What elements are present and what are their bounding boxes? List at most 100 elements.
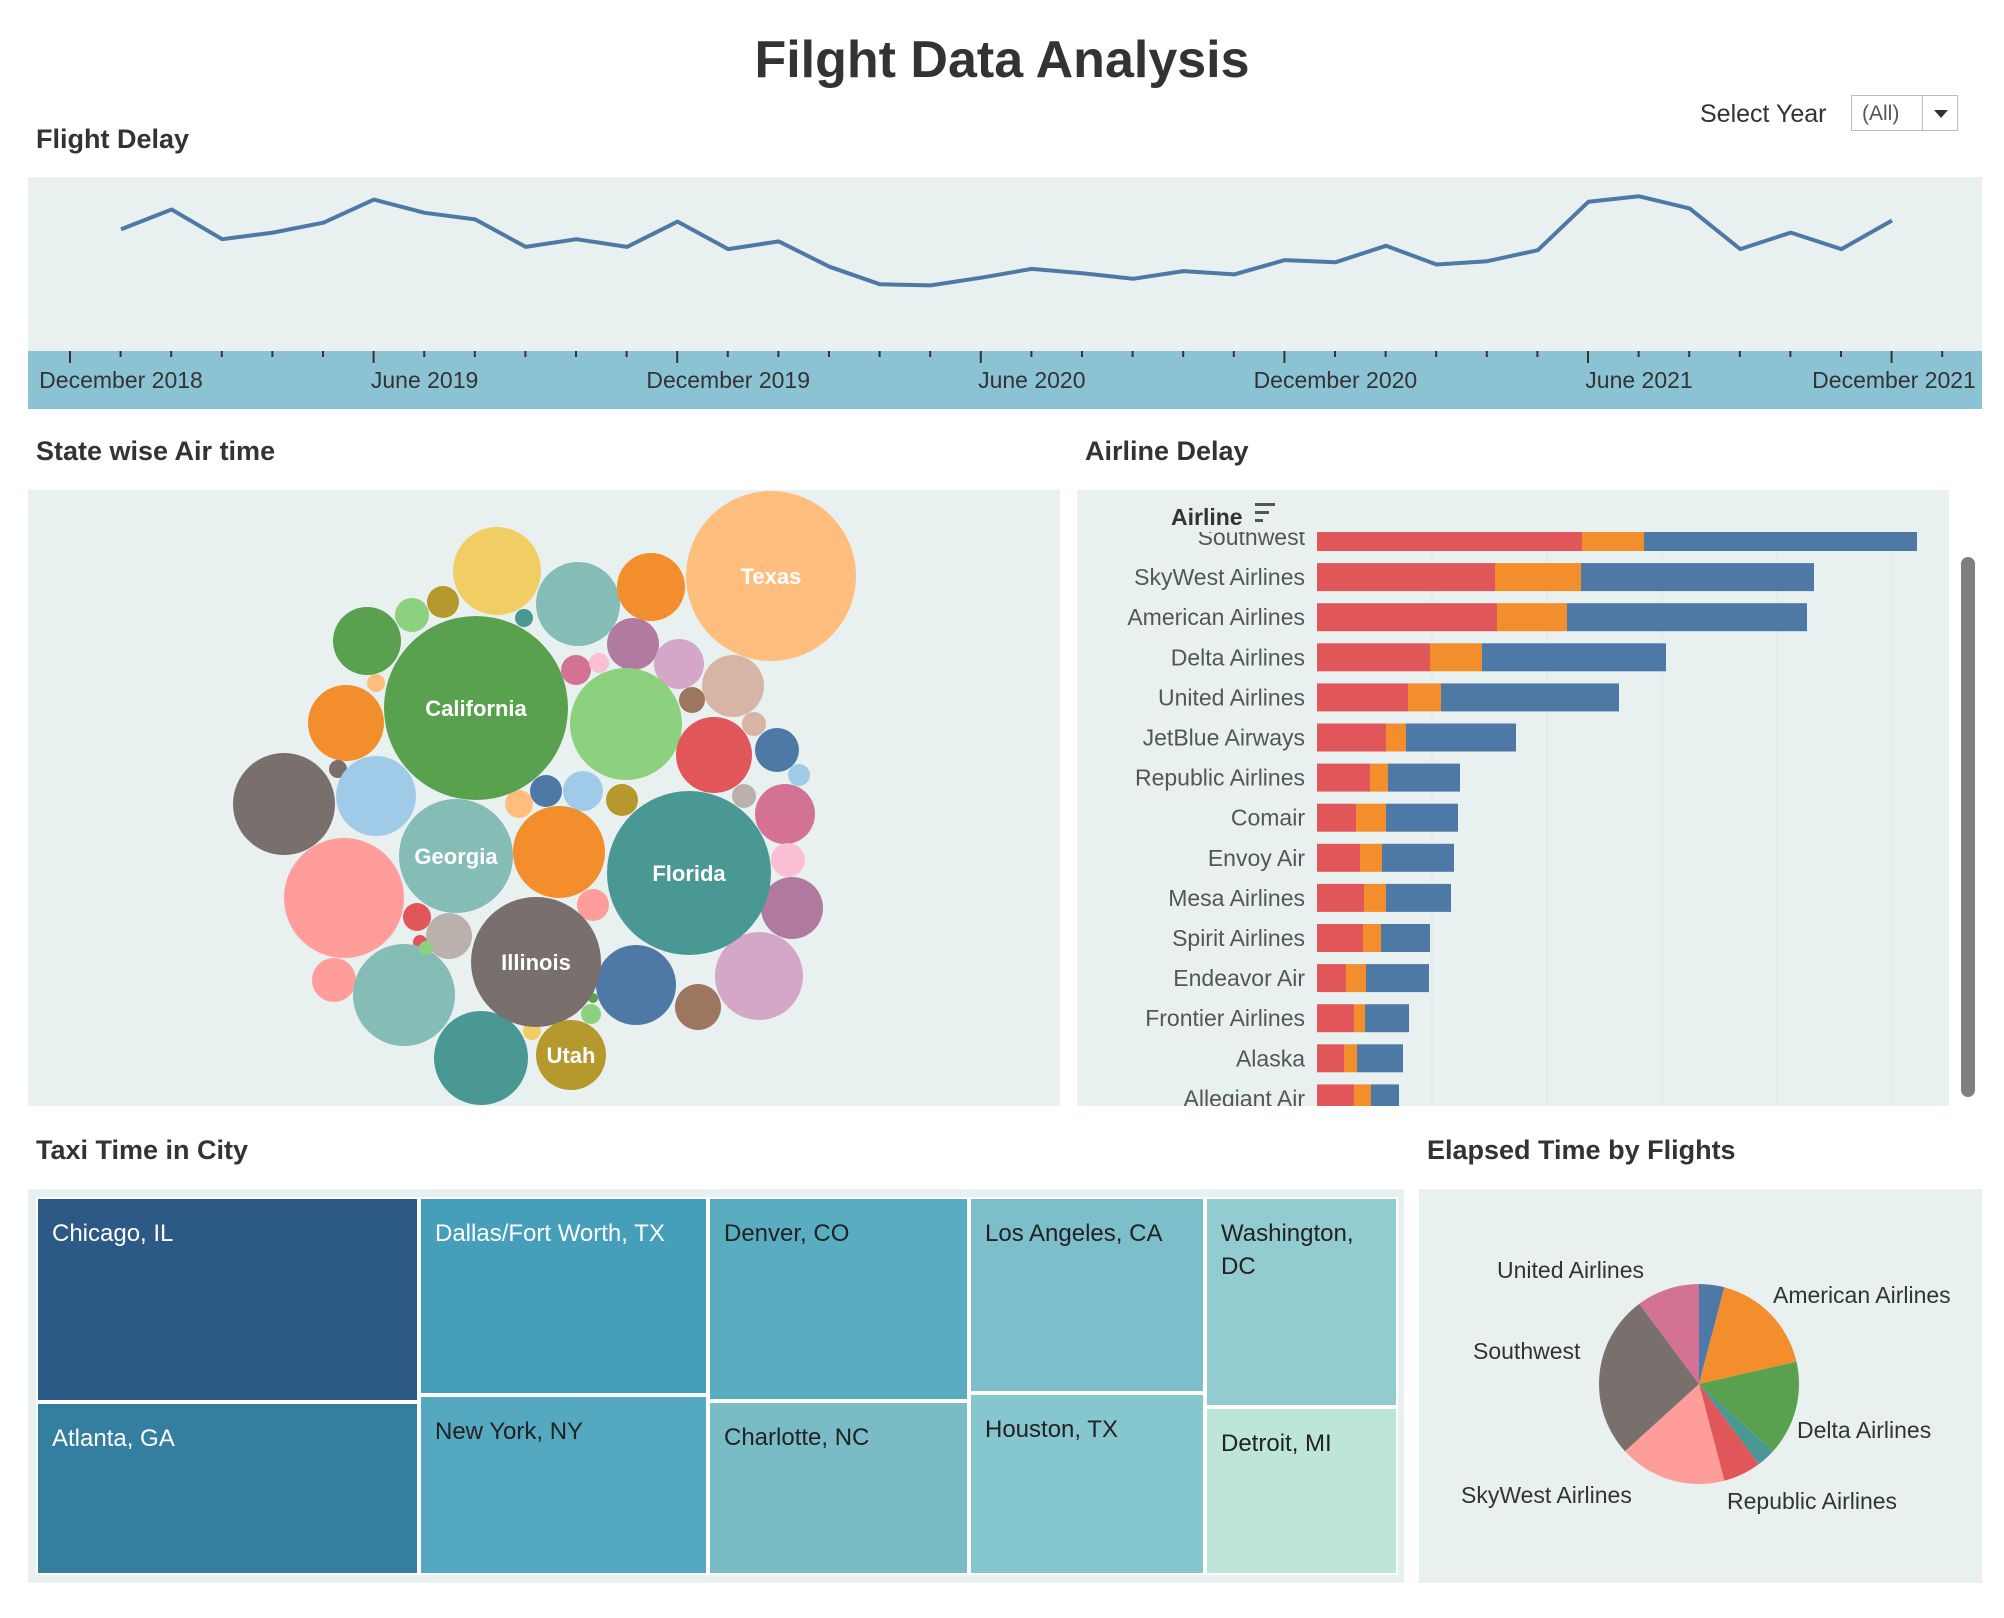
airline-bar-segment[interactable] [1354,1004,1365,1033]
state-bubble[interactable] [617,553,685,621]
state-bubble[interactable] [570,668,682,780]
state-bubble[interactable] [427,586,459,618]
airline-bar-segment[interactable] [1317,603,1497,632]
airline-bar-segment[interactable] [1364,883,1386,912]
airline-bar-segment[interactable] [1381,924,1430,952]
airline-scroll-track[interactable] [1949,530,1982,1106]
airline-bar-segment[interactable] [1363,924,1381,952]
state-bubble[interactable] [732,784,756,808]
airline-scrollbar-thumb[interactable] [1961,557,1975,1097]
treemap-cell-chicago[interactable]: Chicago, IL [36,1197,419,1402]
airline-bar-segment[interactable] [1365,1004,1409,1033]
state-bubble[interactable] [589,653,609,673]
state-bubble[interactable] [742,712,766,736]
state-bubble[interactable] [788,764,810,786]
airline-bar-segment[interactable] [1430,643,1482,672]
state-bubble[interactable] [403,903,431,931]
state-bubble[interactable] [596,945,676,1025]
airline-bar-segment[interactable] [1360,843,1382,872]
airline-bar-segment[interactable] [1344,1044,1357,1073]
state-bubble[interactable] [607,618,659,670]
state-bubble[interactable] [530,775,562,807]
chevron-down-icon[interactable] [1922,96,1957,130]
airline-bar-segment[interactable] [1386,723,1406,752]
state-bubble[interactable] [419,941,433,955]
airline-bar-segment[interactable] [1406,723,1516,752]
state-bubble[interactable] [434,1011,528,1105]
state-bubble[interactable] [675,984,721,1030]
treemap-cell-atlanta[interactable]: Atlanta, GA [36,1402,419,1575]
taxi-time-panel[interactable]: Chicago, IL Atlanta, GA Dallas/Fort Wort… [28,1189,1404,1583]
airline-bar-segment[interactable] [1495,563,1581,592]
treemap-cell-denver[interactable]: Denver, CO [708,1197,969,1401]
airline-bar-segment[interactable] [1346,964,1366,993]
airline-bar-segment[interactable] [1386,803,1458,832]
airline-bar-segment[interactable] [1354,1084,1371,1106]
year-filter-dropdown[interactable]: (All) [1851,95,1958,131]
airline-bar-segment[interactable] [1408,683,1441,712]
airline-bar-segment[interactable] [1371,1084,1399,1106]
state-bubble[interactable] [561,655,591,685]
state-bubble[interactable] [367,674,385,692]
state-bubble[interactable] [308,685,384,761]
airline-bar-segment[interactable] [1482,643,1666,672]
airline-bar-segment[interactable] [1317,964,1346,993]
state-bubble[interactable] [353,944,455,1046]
airline-bar-segment[interactable] [1357,1044,1403,1073]
airline-bar-segment[interactable] [1317,924,1363,952]
treemap-cell-detroit[interactable]: Detroit, MI [1205,1407,1398,1575]
airline-bar-segment[interactable] [1317,763,1370,792]
treemap-cell-dallas[interactable]: Dallas/Fort Worth, TX [419,1197,708,1395]
state-bubble[interactable] [505,790,533,818]
treemap-cell-los-angeles[interactable]: Los Angeles, CA [969,1197,1205,1393]
state-bubble[interactable] [679,687,705,713]
airline-bar-segment[interactable] [1317,683,1408,712]
state-bubble[interactable] [581,1004,601,1024]
airline-bar-segment[interactable] [1581,563,1814,592]
airline-bar-segment[interactable] [1370,763,1388,792]
state-bubble[interactable] [563,771,603,811]
treemap-cell-houston[interactable]: Houston, TX [969,1393,1205,1575]
state-bubble[interactable] [233,753,335,855]
state-bubble[interactable] [771,843,805,877]
state-bubble[interactable] [453,527,541,615]
airline-bar-segment[interactable] [1382,843,1454,872]
airline-bar-segment[interactable] [1366,964,1429,993]
treemap-cell-washington[interactable]: Washington, DC [1205,1197,1398,1407]
airline-bar-segment[interactable] [1317,563,1495,592]
state-bubble[interactable] [702,655,764,717]
treemap-cell-charlotte[interactable]: Charlotte, NC [708,1401,969,1575]
state-bubble[interactable] [395,598,429,632]
flight-delay-panel[interactable]: December 2018 June 2019 December 2019 June … [28,177,1982,409]
state-bubble[interactable] [755,784,815,844]
state-bubble[interactable] [715,932,803,1020]
airline-bar-segment[interactable] [1317,1084,1354,1106]
state-bubble[interactable] [513,806,605,898]
airline-bar-segment[interactable] [1388,763,1460,792]
state-bubble[interactable] [536,562,620,646]
airline-bar-segment[interactable] [1386,883,1451,912]
state-bubble[interactable] [515,609,533,627]
airline-bar-segment[interactable] [1497,603,1567,632]
airline-bar-segment[interactable] [1567,603,1807,632]
airline-bar-segment[interactable] [1317,723,1386,752]
airline-bar-segment[interactable] [1317,843,1360,872]
state-bubble[interactable] [676,717,752,793]
state-bubble[interactable] [755,728,799,772]
state-bubble[interactable] [284,838,404,958]
airline-bar-segment[interactable] [1441,683,1619,712]
airline-bar-segment[interactable] [1317,883,1364,912]
elapsed-time-panel[interactable]: United Airlines American Airlines Southw… [1419,1189,1982,1583]
airline-delay-panel[interactable]: Southwest SkyWest Airlines American Airlin… [1077,490,1949,1106]
airline-bar-segment[interactable] [1317,1044,1344,1073]
state-bubble[interactable] [336,756,416,836]
state-bubble[interactable] [312,958,356,1002]
airline-bar-segment[interactable] [1356,803,1386,832]
state-bubble[interactable] [426,913,472,959]
airline-bar-segment[interactable] [1317,803,1356,832]
state-bubble[interactable] [761,877,823,939]
airline-bar-segment[interactable] [1317,643,1430,672]
state-bubble[interactable] [606,784,638,816]
state-bubble[interactable] [333,607,401,675]
airline-bar-segment[interactable] [1317,1004,1354,1033]
